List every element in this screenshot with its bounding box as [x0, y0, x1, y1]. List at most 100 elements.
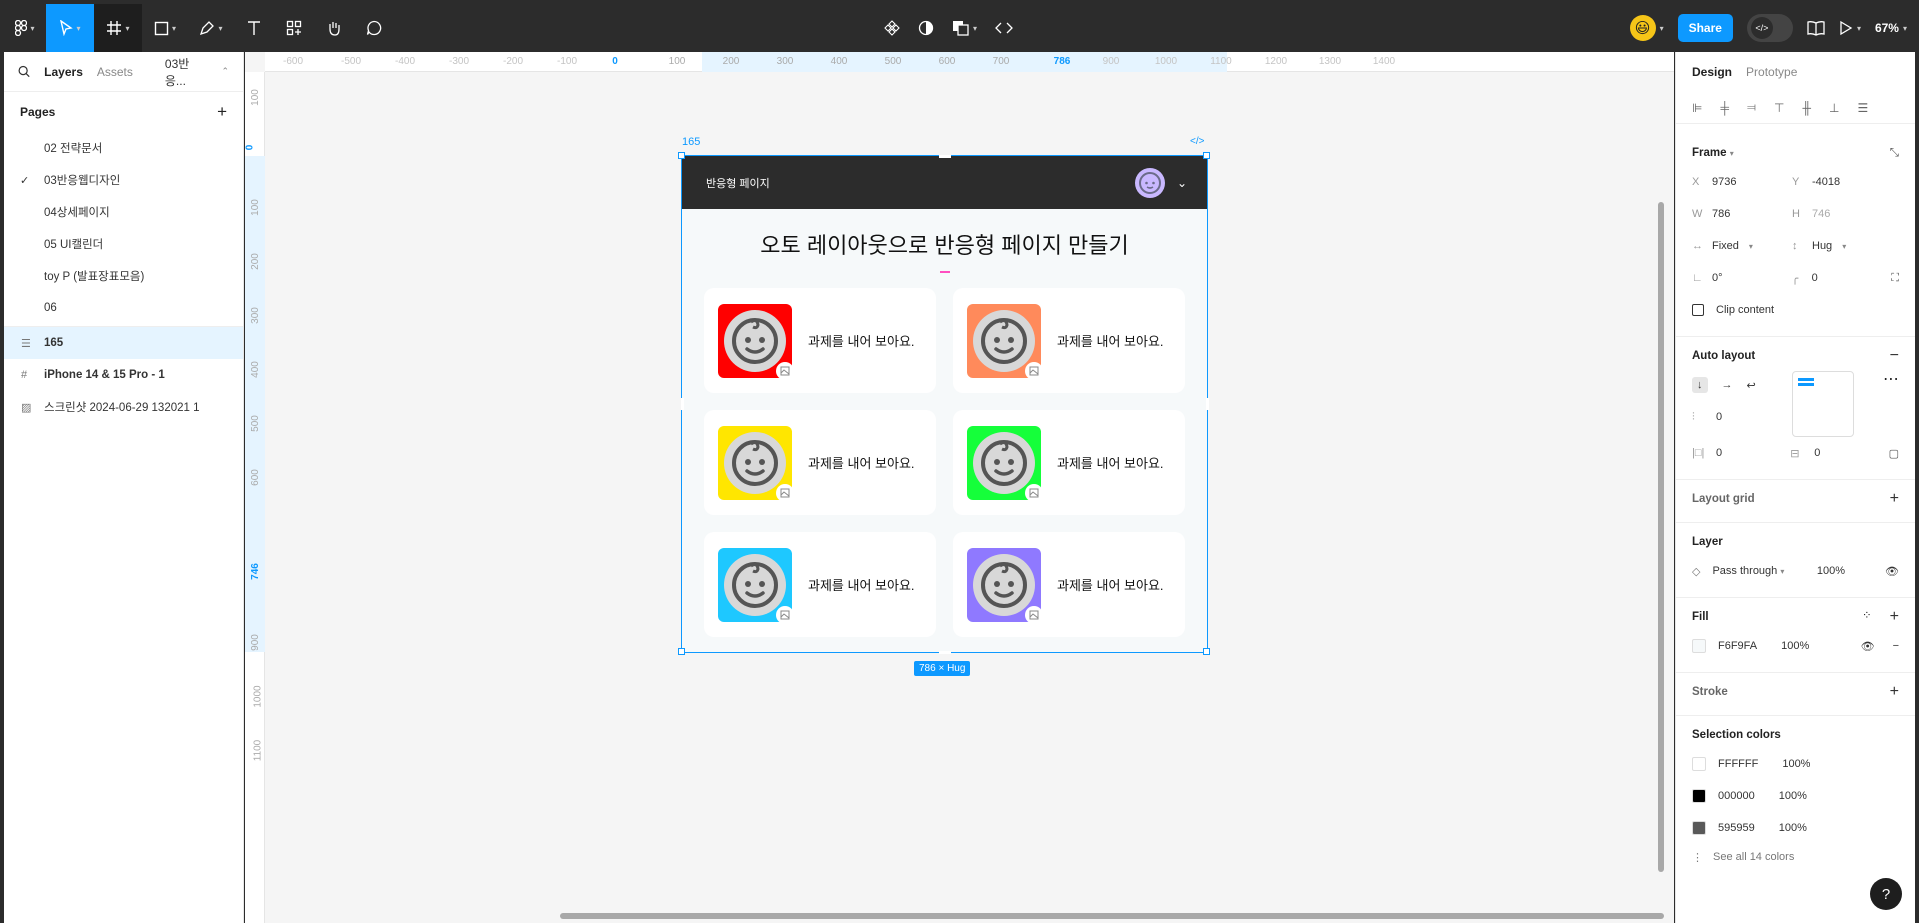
- remove-auto-layout-icon[interactable]: −: [1890, 347, 1899, 365]
- selected-frame[interactable]: 반응형 페이지 ⌄ 오토 레이아웃으로 반응형 페이지 만들기 과제를 내어 보…: [681, 155, 1208, 653]
- page-item[interactable]: 04상세페이지: [4, 196, 243, 228]
- individual-padding-icon[interactable]: ▢: [1889, 447, 1899, 460]
- independent-corners-icon[interactable]: ⛶: [1891, 272, 1899, 285]
- layer-item[interactable]: # iPhone 14 & 15 Pro - 1: [4, 359, 243, 391]
- present-button[interactable]: ▾: [1839, 20, 1861, 36]
- edge-resize-handle[interactable]: [681, 398, 684, 410]
- horizontal-scrollbar[interactable]: [560, 913, 1664, 919]
- eye-icon[interactable]: 👁: [1885, 565, 1899, 578]
- share-button[interactable]: Share: [1677, 14, 1733, 42]
- tab-assets[interactable]: Assets: [97, 65, 133, 79]
- card[interactable]: 과제를 내어 보아요.: [704, 410, 936, 515]
- tab-design[interactable]: Design: [1692, 65, 1732, 79]
- zoom-menu[interactable]: 67% ▾: [1875, 21, 1907, 35]
- resources-button[interactable]: [274, 4, 314, 52]
- dev-mode-toggle[interactable]: </>: [1746, 14, 1793, 42]
- main-menu-button[interactable]: ▾: [4, 4, 46, 52]
- styles-icon[interactable]: ⁘: [1862, 608, 1872, 626]
- search-icon[interactable]: [18, 65, 30, 78]
- code-icon[interactable]: [995, 20, 1013, 36]
- radius-field[interactable]: ╭ 0: [1792, 272, 1892, 285]
- corner-resize-handle[interactable]: [1203, 152, 1210, 159]
- card[interactable]: 과제를 내어 보아요.: [953, 532, 1185, 637]
- w-field[interactable]: W 786: [1692, 208, 1792, 220]
- comment-tool-button[interactable]: [354, 4, 394, 52]
- width-mode-select[interactable]: ↔ Fixed ▾: [1692, 240, 1792, 252]
- wrap-icon[interactable]: ↩: [1747, 379, 1756, 392]
- gap-field[interactable]: ⫶ 0: [1692, 401, 1782, 433]
- user-avatar-button[interactable]: 😃 ▾: [1629, 15, 1664, 41]
- layer-opacity[interactable]: 100%: [1817, 565, 1845, 577]
- hand-tool-button[interactable]: [314, 4, 354, 52]
- component-icon[interactable]: [884, 20, 900, 36]
- align-middle-v-icon[interactable]: ╫: [1802, 101, 1811, 115]
- align-center-h-icon[interactable]: ╪: [1720, 101, 1729, 115]
- clip-content-checkbox[interactable]: [1692, 304, 1704, 316]
- card[interactable]: 과제를 내어 보아요.: [953, 410, 1185, 515]
- shape-tool-button[interactable]: ▾: [142, 4, 188, 52]
- frame-tool-button[interactable]: ▾: [94, 4, 142, 52]
- vertical-direction-icon[interactable]: ↓: [1692, 377, 1708, 393]
- corner-resize-handle[interactable]: [678, 152, 685, 159]
- canvas[interactable]: -600 -500 -400 -300 -200 -100 0 100 200 300 400 500…: [245, 52, 1674, 923]
- rotation-field[interactable]: ∟ 0°: [1692, 272, 1792, 284]
- y-field[interactable]: Y -4018: [1792, 176, 1892, 188]
- page-item[interactable]: 06: [4, 292, 243, 324]
- pen-tool-button[interactable]: ▾: [188, 4, 234, 52]
- page-item[interactable]: toy P (발표장표모음): [4, 260, 243, 292]
- page-item[interactable]: 02 전략문서: [4, 132, 243, 164]
- height-mode-select[interactable]: ↕ Hug ▾: [1792, 240, 1892, 252]
- tab-prototype[interactable]: Prototype: [1746, 65, 1797, 79]
- file-name[interactable]: 03반응...: [165, 55, 208, 89]
- text-tool-button[interactable]: [234, 4, 274, 52]
- clip-content-row[interactable]: Clip content: [1692, 294, 1899, 326]
- add-stroke-icon[interactable]: +: [1890, 683, 1899, 701]
- color-swatch[interactable]: [1692, 821, 1706, 835]
- edge-resize-handle[interactable]: [1206, 398, 1209, 410]
- selection-color-row[interactable]: 000000 100%: [1692, 780, 1899, 812]
- align-bottom-icon[interactable]: ⊥: [1829, 101, 1839, 115]
- align-top-icon[interactable]: ⊤: [1774, 101, 1784, 115]
- contrast-icon[interactable]: [918, 20, 934, 36]
- color-opacity[interactable]: 100%: [1779, 790, 1807, 802]
- page-item[interactable]: 05 UI캘린더: [4, 228, 243, 260]
- frame-name-label[interactable]: 165: [682, 136, 700, 148]
- help-button[interactable]: ?: [1870, 878, 1902, 910]
- fill-opacity[interactable]: 100%: [1781, 640, 1809, 652]
- distribute-icon[interactable]: ☰: [1857, 101, 1868, 115]
- fill-swatch[interactable]: [1692, 639, 1706, 653]
- selection-color-row[interactable]: 595959 100%: [1692, 812, 1899, 844]
- add-fill-icon[interactable]: +: [1890, 608, 1899, 626]
- color-swatch[interactable]: [1692, 757, 1706, 771]
- corner-resize-handle[interactable]: [1203, 648, 1210, 655]
- blend-mode-select[interactable]: Pass through ▾: [1712, 565, 1784, 577]
- color-opacity[interactable]: 100%: [1779, 822, 1807, 834]
- library-book-icon[interactable]: [1807, 20, 1825, 36]
- more-options-icon[interactable]: ⋯: [1883, 369, 1899, 389]
- alignment-grid[interactable]: [1792, 371, 1854, 437]
- align-left-icon[interactable]: ⊫: [1692, 101, 1702, 115]
- edge-resize-handle[interactable]: [938, 155, 951, 158]
- resize-to-fit-icon[interactable]: ⤡: [1890, 147, 1899, 160]
- card[interactable]: 과제를 내어 보아요.: [953, 288, 1185, 393]
- h-field[interactable]: H 746: [1792, 208, 1892, 220]
- add-layout-grid-icon[interactable]: +: [1890, 490, 1899, 508]
- layer-item-selected[interactable]: ☰ 165: [4, 327, 243, 359]
- color-swatch[interactable]: [1692, 789, 1706, 803]
- horizontal-direction-icon[interactable]: →: [1722, 379, 1733, 391]
- chevron-up-icon[interactable]: ⌃: [221, 66, 229, 77]
- see-all-colors-link[interactable]: ⋮ See all 14 colors: [1692, 844, 1899, 870]
- selection-color-row[interactable]: FFFFFF 100%: [1692, 748, 1899, 780]
- edge-resize-handle[interactable]: [938, 651, 951, 654]
- frame-title[interactable]: Frame ▾: [1692, 147, 1734, 159]
- eye-icon[interactable]: 👁: [1861, 640, 1875, 653]
- color-hex[interactable]: 000000: [1718, 790, 1755, 802]
- frame-code-icon[interactable]: </>: [1190, 136, 1204, 147]
- color-hex[interactable]: 595959: [1718, 822, 1755, 834]
- add-page-icon[interactable]: +: [217, 102, 227, 122]
- remove-fill-icon[interactable]: −: [1893, 640, 1899, 652]
- horizontal-padding-field[interactable]: |□| 0: [1692, 447, 1790, 459]
- color-opacity[interactable]: 100%: [1782, 758, 1810, 770]
- card[interactable]: 과제를 내어 보아요.: [704, 288, 936, 393]
- tab-layers[interactable]: Layers: [44, 65, 83, 79]
